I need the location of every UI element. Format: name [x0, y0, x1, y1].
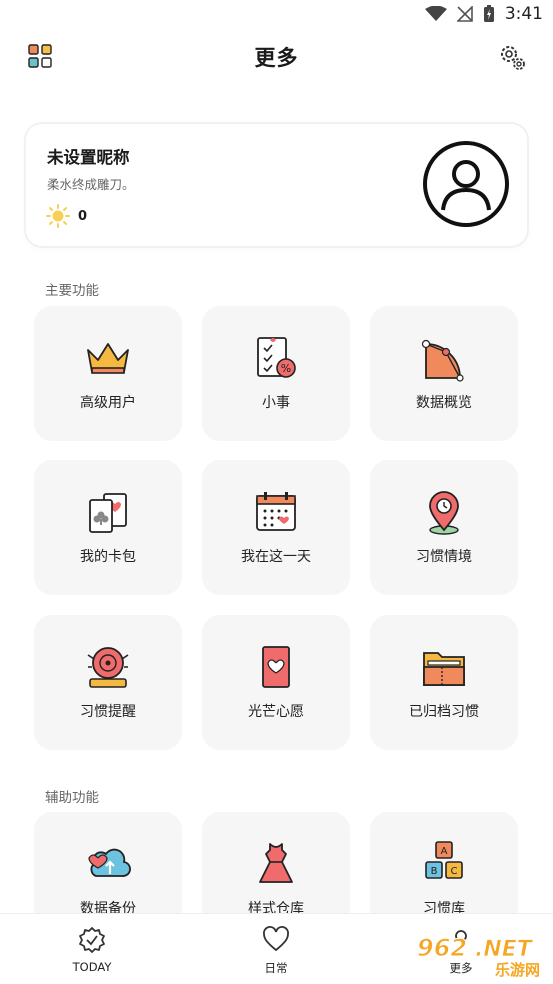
points-value: 0 — [78, 209, 88, 224]
feature-habit-reminder[interactable]: 习惯提醒 — [34, 615, 182, 750]
feature-on-this-day[interactable]: 我在这一天 — [202, 460, 350, 595]
checklist-icon: % — [252, 334, 300, 382]
svg-text:B: B — [431, 866, 438, 877]
feature-my-cards[interactable]: 我的卡包 — [34, 460, 182, 595]
heart-outline-icon — [262, 926, 290, 956]
feature-label: 高级用户 — [80, 395, 136, 411]
status-bar: 3:41 — [0, 0, 553, 30]
dress-icon — [252, 840, 300, 888]
badge-check-icon — [78, 926, 106, 958]
no-signal-icon — [456, 6, 473, 22]
svg-text:.NET: .NET — [475, 937, 534, 962]
feature-label: 小事 — [262, 395, 290, 411]
feature-label: 我的卡包 — [80, 549, 136, 565]
feature-small-things[interactable]: % 小事 — [202, 306, 350, 441]
cloud-backup-icon — [84, 840, 132, 888]
crown-icon — [84, 334, 132, 382]
tab-daily[interactable]: 日常 — [184, 914, 368, 984]
svg-text:C: C — [451, 866, 458, 877]
tab-today[interactable]: TODAY — [0, 914, 184, 984]
nickname: 未设置昵称 — [47, 148, 130, 167]
svg-text:A: A — [441, 846, 448, 857]
motto: 柔水终成雕刀。 — [47, 177, 135, 192]
battery-icon — [483, 5, 494, 22]
settings-gear-icon[interactable] — [497, 42, 527, 76]
svg-text:%: % — [281, 362, 291, 375]
folder-icon — [420, 643, 468, 691]
alarm-bell-icon — [84, 643, 132, 691]
abc-blocks-icon: AB C — [420, 840, 468, 888]
feature-label: 习惯提醒 — [80, 704, 136, 720]
heart-card-icon — [252, 643, 300, 691]
feature-label: 已归档习惯 — [409, 704, 479, 720]
tab-label: TODAY — [72, 960, 112, 974]
watermark-logo: 962 .NET 乐游网 — [415, 930, 550, 984]
top-header: 更多 — [0, 32, 553, 82]
svg-text:962: 962 — [417, 934, 467, 962]
feature-label: 习惯情境 — [416, 549, 472, 565]
avatar-icon[interactable] — [422, 140, 510, 232]
tab-label: 日常 — [264, 961, 288, 975]
wifi-icon — [424, 6, 447, 21]
feature-habit-context[interactable]: 习惯情境 — [370, 460, 518, 595]
cards-icon — [84, 488, 132, 536]
chart-icon — [420, 334, 468, 382]
feature-label: 我在这一天 — [241, 549, 311, 565]
feature-light-wishes[interactable]: 光芒心愿 — [202, 615, 350, 750]
feature-archived-habits[interactable]: 已归档习惯 — [370, 615, 518, 750]
page-title: 更多 — [254, 46, 299, 70]
svg-text:乐游网: 乐游网 — [495, 961, 540, 979]
section-title-aux: 辅助功能 — [45, 790, 99, 806]
feature-premium-user[interactable]: 高级用户 — [34, 306, 182, 441]
status-time: 3:41 — [504, 4, 543, 24]
section-title-main: 主要功能 — [45, 283, 99, 299]
feature-label: 数据概览 — [416, 395, 472, 411]
feature-data-overview[interactable]: 数据概览 — [370, 306, 518, 441]
profile-card[interactable]: 未设置昵称 柔水终成雕刀。 0 — [26, 124, 527, 246]
feature-label: 光芒心愿 — [248, 704, 304, 720]
sun-icon — [46, 204, 70, 232]
calendar-icon — [252, 488, 300, 536]
location-pin-icon — [420, 488, 468, 536]
